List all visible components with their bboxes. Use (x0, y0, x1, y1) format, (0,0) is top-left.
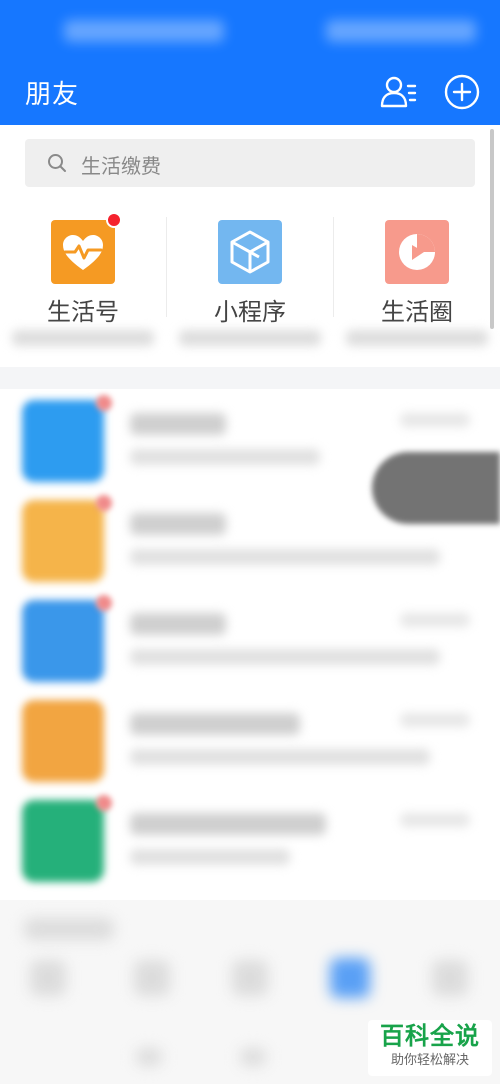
unread-dot (96, 595, 112, 611)
avatar (22, 500, 104, 582)
tab-mine-blur[interactable] (432, 960, 468, 996)
nav-button-blur (240, 1048, 266, 1066)
item-time-blur (400, 713, 470, 727)
shortcut-subtitle-blur (179, 330, 321, 346)
avatar (22, 700, 104, 782)
status-bar (0, 0, 500, 64)
tab-home-blur[interactable] (30, 960, 66, 996)
page-title: 朋友 (25, 80, 80, 110)
item-preview-blur (130, 449, 320, 465)
app-header: 朋友 (0, 64, 500, 125)
play-circle-icon (385, 220, 449, 284)
item-preview-blur (130, 849, 290, 865)
item-title-blur (130, 513, 226, 535)
tab-friends-blur[interactable] (330, 958, 370, 998)
search-icon (47, 153, 67, 173)
list-item[interactable] (0, 795, 500, 895)
section-gap (0, 367, 500, 389)
watermark-brand: 百科全说 (380, 1022, 480, 1050)
floating-panel[interactable] (372, 452, 500, 524)
contacts-icon[interactable] (378, 72, 418, 112)
tab-koubei-blur[interactable] (232, 960, 268, 996)
status-left-blur (64, 20, 224, 42)
status-right-blur (326, 20, 476, 42)
item-title-blur (130, 413, 226, 435)
shortcut-label: 生活圈 (381, 298, 453, 326)
section-heading-blur (24, 918, 114, 940)
list-item[interactable] (0, 695, 500, 795)
item-time-blur (400, 413, 470, 427)
watermark-tagline: 助你轻松解决 (390, 1053, 469, 1068)
item-time-blur (400, 813, 470, 827)
shortcut-subtitle-blur (12, 330, 154, 346)
nav-button-blur (136, 1048, 162, 1066)
shortcut-subtitle-blur (346, 330, 488, 346)
item-title-blur (130, 813, 326, 835)
heart-pulse-icon (51, 220, 115, 284)
item-preview-blur (130, 549, 440, 565)
watermark: 百科全说 助你轻松解决 (368, 1020, 492, 1076)
tab-wealth-blur[interactable] (134, 960, 170, 996)
item-time-blur (400, 613, 470, 627)
search-input[interactable]: 生活缴费 (25, 139, 475, 187)
item-preview-blur (130, 749, 430, 765)
shortcut-label: 小程序 (214, 298, 286, 326)
item-title-blur (130, 613, 226, 635)
item-preview-blur (130, 649, 440, 665)
list-item[interactable] (0, 595, 500, 695)
add-circle-icon[interactable] (442, 72, 482, 112)
unread-dot (96, 795, 112, 811)
avatar (22, 600, 104, 682)
shortcut-label: 生活号 (47, 298, 119, 326)
hexagon-cube-icon (218, 220, 282, 284)
unread-dot (96, 395, 112, 411)
search-placeholder: 生活缴费 (81, 154, 161, 178)
unread-dot (96, 495, 112, 511)
notification-badge (106, 212, 122, 228)
avatar (22, 400, 104, 482)
item-title-blur (130, 713, 300, 735)
avatar (22, 800, 104, 882)
